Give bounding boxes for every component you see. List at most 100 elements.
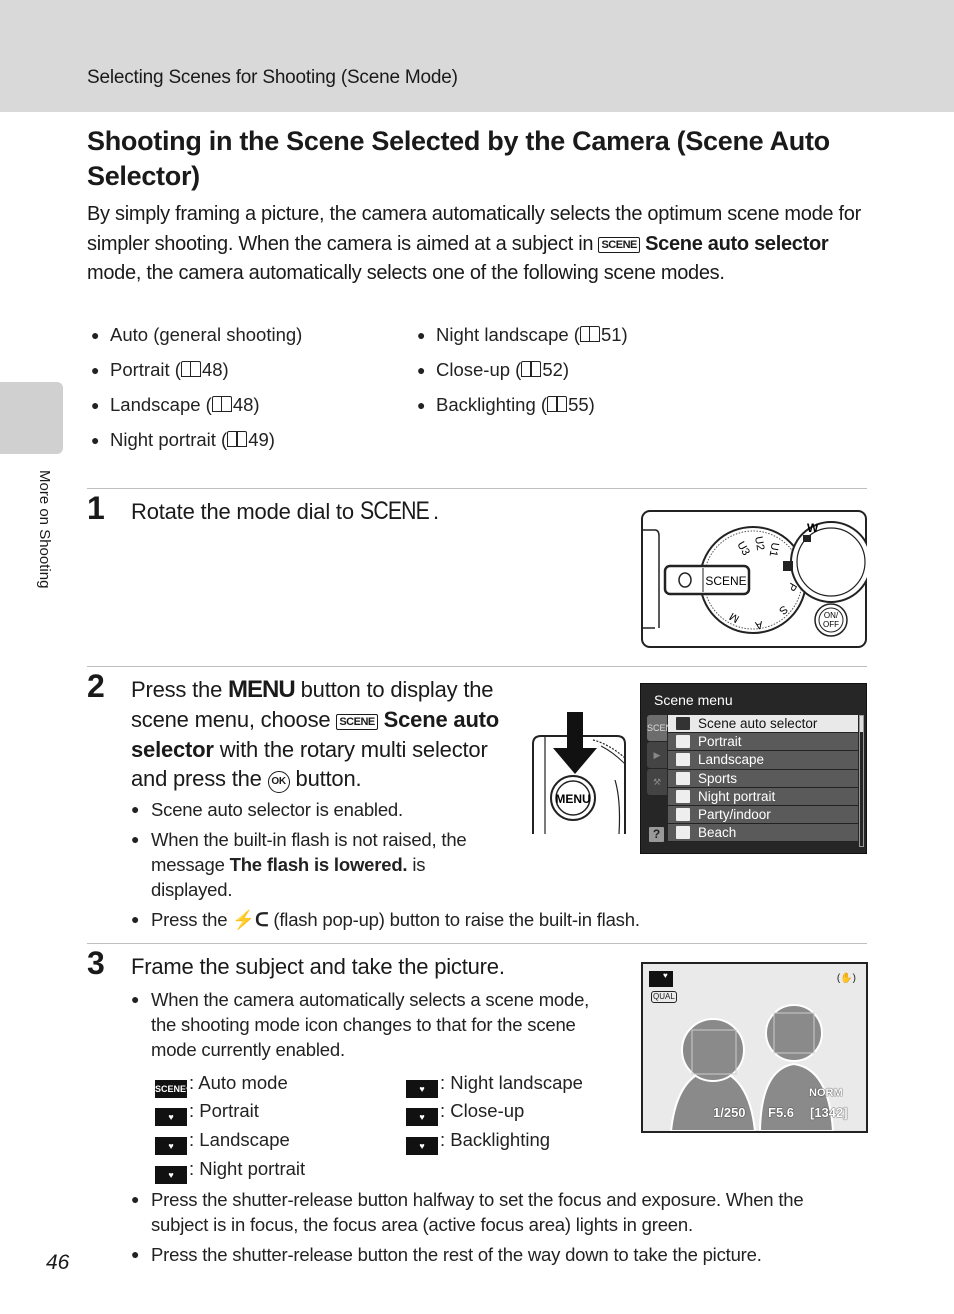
list-item: ● Scene auto selector is enabled. xyxy=(131,799,403,820)
portrait-icon xyxy=(676,735,690,749)
on-off-label: ON/ xyxy=(824,611,839,620)
night-portrait-icon: ♥ xyxy=(155,1166,187,1184)
svg-text:U1: U1 xyxy=(767,541,781,557)
legend-item: ♥: Close-up xyxy=(406,1096,524,1126)
step-number: 3 xyxy=(87,945,105,981)
list-item: ● Press the shutter-release button the re… xyxy=(131,1244,762,1265)
svg-text:U2: U2 xyxy=(752,535,766,551)
portrait-icon: ♥ xyxy=(155,1108,187,1126)
breadcrumb: Selecting Scenes for Shooting (Scene Mod… xyxy=(87,67,458,88)
list-item: ● Close-up (52) xyxy=(417,359,570,380)
book-icon xyxy=(180,361,201,377)
playback-tab-icon[interactable]: ▶ xyxy=(647,742,667,768)
divider xyxy=(87,488,867,489)
list-item: ● Auto (general shooting) xyxy=(91,324,303,345)
scene-auto-selector-icon: SCENE xyxy=(598,236,640,253)
step-2-flash-note: ● Press the ⚡ᑕ (flash pop-up) button to r… xyxy=(131,907,771,937)
menu-item-party-indoor[interactable]: Party/indoor xyxy=(668,805,858,825)
scene-tab-icon[interactable]: SCENE xyxy=(647,715,678,741)
legend-item: ♥: Night landscape xyxy=(406,1068,583,1098)
book-icon xyxy=(521,361,542,377)
landscape-icon xyxy=(676,753,690,767)
scene-menu-screen: Scene menu SCENE ▶ ⚒ ? Scene auto select… xyxy=(640,683,867,854)
menu-item-landscape[interactable]: Landscape xyxy=(668,751,858,770)
step-2-notes: ● Scene auto selector is enabled. ● When t… xyxy=(131,797,491,907)
page-number: 46 xyxy=(46,1251,70,1274)
step-3-note: ● When the camera automatically selects a… xyxy=(131,987,601,1067)
step-1-instruction: Rotate the mode dial to SCENE. xyxy=(131,497,439,525)
shutter-speed-readout: 1/250 xyxy=(713,1105,746,1120)
close-up-icon: ♥ xyxy=(406,1108,438,1126)
step-3-shutter-notes: ● Press the shutter-release button halfwa… xyxy=(131,1187,841,1272)
chapter-tab xyxy=(0,382,63,454)
menu-item-portrait[interactable]: Portrait xyxy=(668,733,858,752)
scene-mode-column-right: ● Night landscape (51) ● Close-up (52) ● Ba… xyxy=(413,320,628,425)
scene-auto-icon xyxy=(676,717,690,730)
book-icon xyxy=(579,326,600,342)
camera-lcd-screen: ♥ QUAL (✋) NORM 1/250 F5.6 [1342] xyxy=(641,962,868,1133)
landscape-icon: ♥ xyxy=(155,1137,187,1155)
shooting-mode-icon: ♥ xyxy=(663,971,668,980)
scene-menu-title: Scene menu xyxy=(654,692,733,708)
book-icon xyxy=(227,431,248,447)
menu-button-illustration: MENU xyxy=(532,712,626,834)
mode-dial-illustration: ON/ OFF W U3 U2 U1 P S A M SCENE xyxy=(641,510,867,648)
list-item: ● Portrait (48) xyxy=(91,359,229,380)
menu-item-beach[interactable]: Beach xyxy=(668,824,858,843)
step-number: 2 xyxy=(87,668,105,704)
menu-side-tabs: SCENE ▶ ⚒ xyxy=(647,715,678,796)
step-2-instruction: Press the MENU button to display the sce… xyxy=(131,676,500,794)
zoom-w-label: W xyxy=(807,521,819,535)
backlighting-icon: ♥ xyxy=(406,1137,438,1155)
flash-popup-icon: ⚡ᑕ xyxy=(232,909,269,930)
intro-bold-term: Scene auto selector xyxy=(645,232,829,255)
menu-button-text: MENU xyxy=(555,792,590,806)
aperture-readout: F5.6 xyxy=(768,1105,795,1120)
beach-icon xyxy=(676,826,690,840)
menu-item-night-portrait[interactable]: Night portrait xyxy=(668,787,858,806)
legend-item: ♥: Landscape xyxy=(155,1125,290,1155)
sports-icon xyxy=(676,771,690,785)
chapter-label: More on Shooting xyxy=(36,470,53,589)
menu-item-scene-auto-selector[interactable]: Scene auto selector xyxy=(668,715,858,734)
intro-paragraph: By simply framing a picture, the camera … xyxy=(87,203,861,285)
step-number: 1 xyxy=(87,490,105,526)
image-mode-label: NORM xyxy=(809,1087,843,1099)
menu-scrollbar[interactable] xyxy=(859,715,864,847)
dial-scene-label: SCENE xyxy=(705,574,746,588)
party-indoor-icon xyxy=(676,807,690,821)
scene-mode-column-left: ● Auto (general shooting) ● Portrait (48) … xyxy=(87,320,302,460)
scroll-thumb[interactable] xyxy=(860,716,863,732)
ok-button-icon: OK xyxy=(267,771,290,794)
menu-button-label: MENU xyxy=(228,676,296,703)
list-item: ● Press the shutter-release button halfwa… xyxy=(131,1189,804,1235)
divider xyxy=(87,666,867,667)
list-item: ● Landscape (48) xyxy=(91,394,260,415)
svg-text:OFF: OFF xyxy=(823,620,839,629)
night-portrait-icon xyxy=(676,789,690,803)
scene-auto-selector-icon: SCENE xyxy=(336,713,378,730)
header-band: Selecting Scenes for Shooting (Scene Mod… xyxy=(0,0,954,112)
help-icon[interactable]: ? xyxy=(649,827,664,842)
step-3-instruction: Frame the subject and take the picture. xyxy=(131,954,505,979)
book-icon xyxy=(547,396,568,412)
vibration-reduction-icon: (✋) xyxy=(836,973,856,984)
list-item: ● When the built-in flash is not raised, … xyxy=(131,829,467,900)
list-item: ● Night landscape (51) xyxy=(417,324,628,345)
legend-item: ♥: Backlighting xyxy=(406,1125,550,1155)
list-item: ● Press the ⚡ᑕ (flash pop-up) button to r… xyxy=(131,909,640,930)
legend-item: SCENE♥: Auto mode xyxy=(155,1068,288,1098)
scene-menu-list: Scene auto selector Portrait Landscape S… xyxy=(668,715,858,843)
exposures-remaining-readout: [1342] xyxy=(810,1105,848,1120)
page-title: Shooting in the Scene Selected by the Ca… xyxy=(87,126,830,191)
book-icon xyxy=(211,396,232,412)
setup-tab-icon[interactable]: ⚒ xyxy=(647,769,667,795)
scene-dial-label: SCENE xyxy=(359,497,430,525)
menu-item-sports[interactable]: Sports xyxy=(668,769,858,788)
image-quality-label: QUAL xyxy=(651,991,677,1003)
divider xyxy=(87,943,867,944)
list-item: ● Backlighting (55) xyxy=(417,394,595,415)
legend-item: ♥: Portrait xyxy=(155,1096,259,1126)
list-item: ● When the camera automatically selects a… xyxy=(131,989,590,1060)
list-item: ● Night portrait (49) xyxy=(91,429,275,450)
